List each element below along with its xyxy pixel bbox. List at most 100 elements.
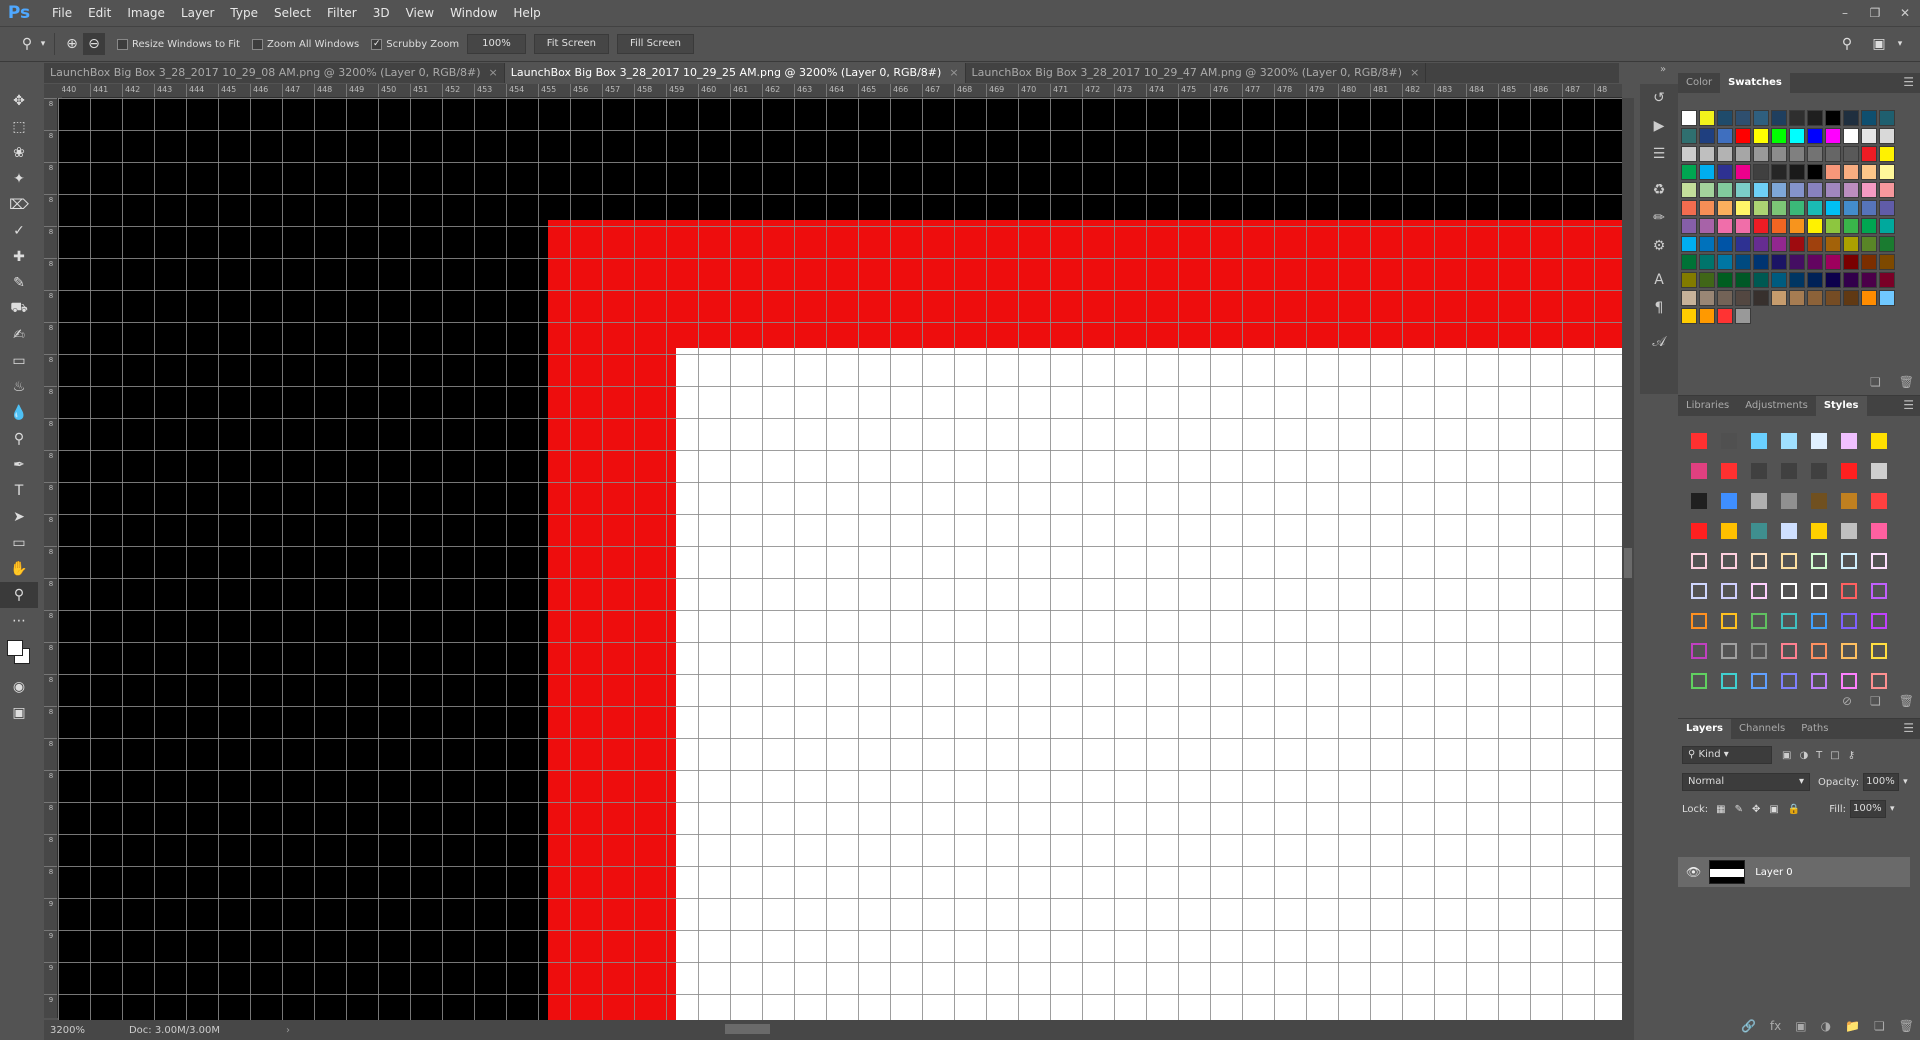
- swatch[interactable]: [1735, 236, 1751, 252]
- zoom-value-field[interactable]: 100%: [467, 34, 526, 54]
- swatch[interactable]: [1843, 200, 1859, 216]
- style-preset[interactable]: [1776, 608, 1802, 634]
- swatch[interactable]: [1789, 146, 1805, 162]
- swatch[interactable]: [1789, 218, 1805, 234]
- style-preset[interactable]: [1686, 488, 1712, 514]
- actions-play-icon[interactable]: ▶: [1640, 112, 1678, 140]
- workspace-icon[interactable]: ▣: [1868, 33, 1890, 55]
- brush-presets-icon[interactable]: ✏: [1640, 204, 1678, 232]
- swatch[interactable]: [1861, 200, 1877, 216]
- collapse-panels-icon[interactable]: »: [1660, 64, 1666, 75]
- style-preset[interactable]: [1866, 428, 1892, 454]
- swatch[interactable]: [1807, 272, 1823, 288]
- swatch[interactable]: [1681, 236, 1697, 252]
- style-preset[interactable]: [1746, 548, 1772, 574]
- screen-mode-icon[interactable]: ▣: [0, 700, 38, 726]
- close-tab-icon[interactable]: ×: [1410, 66, 1419, 79]
- chevron-down-icon[interactable]: ▾: [38, 33, 48, 55]
- eyedropper-tool-icon[interactable]: ✓: [0, 218, 38, 244]
- style-preset[interactable]: [1746, 488, 1772, 514]
- style-preset[interactable]: [1866, 518, 1892, 544]
- kind-filter-select[interactable]: ⚲ Kind ▾: [1682, 746, 1772, 764]
- style-preset[interactable]: [1746, 668, 1772, 694]
- style-preset[interactable]: [1776, 668, 1802, 694]
- swatch[interactable]: [1717, 308, 1733, 324]
- swatch[interactable]: [1861, 164, 1877, 180]
- swatch[interactable]: [1825, 128, 1841, 144]
- document-tab[interactable]: LaunchBox Big Box 3_28_2017 10_29_25 AM.…: [504, 63, 966, 83]
- zoom-level[interactable]: 3200%: [50, 1025, 85, 1036]
- document-tab[interactable]: LaunchBox Big Box 3_28_2017 10_29_08 AM.…: [44, 63, 505, 83]
- stamp-tool-icon[interactable]: ⛟: [0, 296, 38, 322]
- swatch[interactable]: [1861, 110, 1877, 126]
- swatch[interactable]: [1735, 110, 1751, 126]
- swatch[interactable]: [1753, 236, 1769, 252]
- crop-tool-icon[interactable]: ⌦: [0, 192, 38, 218]
- swatch[interactable]: [1771, 200, 1787, 216]
- style-preset[interactable]: [1686, 548, 1712, 574]
- swatch[interactable]: [1843, 146, 1859, 162]
- swatch[interactable]: [1825, 290, 1841, 306]
- tab-channels[interactable]: Channels: [1731, 719, 1793, 739]
- rectangle-tool-icon[interactable]: ▭: [0, 530, 38, 556]
- resize-windows-checkbox[interactable]: Resize Windows to Fit: [117, 38, 240, 50]
- swatch[interactable]: [1879, 236, 1895, 252]
- blur-tool-icon[interactable]: 💧: [0, 400, 38, 426]
- foreground-color-swatch[interactable]: [7, 640, 23, 656]
- marquee-tool-icon[interactable]: ⬚: [0, 114, 38, 140]
- menu-image[interactable]: Image: [119, 0, 173, 26]
- tab-swatches[interactable]: Swatches: [1720, 73, 1790, 93]
- style-preset[interactable]: [1686, 428, 1712, 454]
- swatch[interactable]: [1825, 236, 1841, 252]
- swatch[interactable]: [1753, 128, 1769, 144]
- new-style-icon[interactable]: ❏: [1870, 694, 1881, 708]
- swatch[interactable]: [1753, 200, 1769, 216]
- swatch[interactable]: [1861, 236, 1877, 252]
- tab-layers[interactable]: Layers: [1678, 719, 1731, 739]
- swatch[interactable]: [1807, 218, 1823, 234]
- swatch[interactable]: [1681, 308, 1697, 324]
- style-preset[interactable]: [1716, 548, 1742, 574]
- style-preset[interactable]: [1776, 428, 1802, 454]
- panel-menu-icon[interactable]: ☰: [1903, 75, 1914, 89]
- tab-color[interactable]: Color: [1678, 73, 1720, 93]
- swatch[interactable]: [1735, 272, 1751, 288]
- swatch[interactable]: [1699, 272, 1715, 288]
- swatch[interactable]: [1753, 164, 1769, 180]
- brush-tool-icon[interactable]: ✎: [0, 270, 38, 296]
- style-preset[interactable]: [1746, 518, 1772, 544]
- swatch[interactable]: [1717, 110, 1733, 126]
- swatch[interactable]: [1807, 164, 1823, 180]
- swatch[interactable]: [1807, 146, 1823, 162]
- close-tab-icon[interactable]: ×: [489, 66, 498, 79]
- swatch[interactable]: [1879, 146, 1895, 162]
- menu-help[interactable]: Help: [505, 0, 548, 26]
- swatch[interactable]: [1789, 290, 1805, 306]
- swatch[interactable]: [1807, 236, 1823, 252]
- style-preset[interactable]: [1686, 638, 1712, 664]
- swatch[interactable]: [1879, 218, 1895, 234]
- swatch[interactable]: [1771, 218, 1787, 234]
- link-layers-icon[interactable]: 🔗: [1741, 1019, 1756, 1033]
- swatch[interactable]: [1771, 290, 1787, 306]
- style-preset[interactable]: [1806, 488, 1832, 514]
- style-preset[interactable]: [1806, 668, 1832, 694]
- swatch[interactable]: [1771, 272, 1787, 288]
- style-preset[interactable]: [1746, 578, 1772, 604]
- style-preset[interactable]: [1836, 638, 1862, 664]
- path-selection-tool-icon[interactable]: ➤: [0, 504, 38, 530]
- document-canvas[interactable]: [58, 98, 1622, 1020]
- style-preset[interactable]: [1716, 578, 1742, 604]
- lasso-tool-icon[interactable]: ❀: [0, 140, 38, 166]
- swatch[interactable]: [1843, 182, 1859, 198]
- swatch[interactable]: [1699, 110, 1715, 126]
- swatch[interactable]: [1879, 254, 1895, 270]
- swatch[interactable]: [1681, 146, 1697, 162]
- swatch[interactable]: [1699, 200, 1715, 216]
- style-preset[interactable]: [1836, 578, 1862, 604]
- swatch[interactable]: [1825, 254, 1841, 270]
- chevron-down-icon[interactable]: ▾: [1903, 777, 1908, 787]
- swatch[interactable]: [1861, 254, 1877, 270]
- style-preset[interactable]: [1716, 518, 1742, 544]
- swatch[interactable]: [1735, 200, 1751, 216]
